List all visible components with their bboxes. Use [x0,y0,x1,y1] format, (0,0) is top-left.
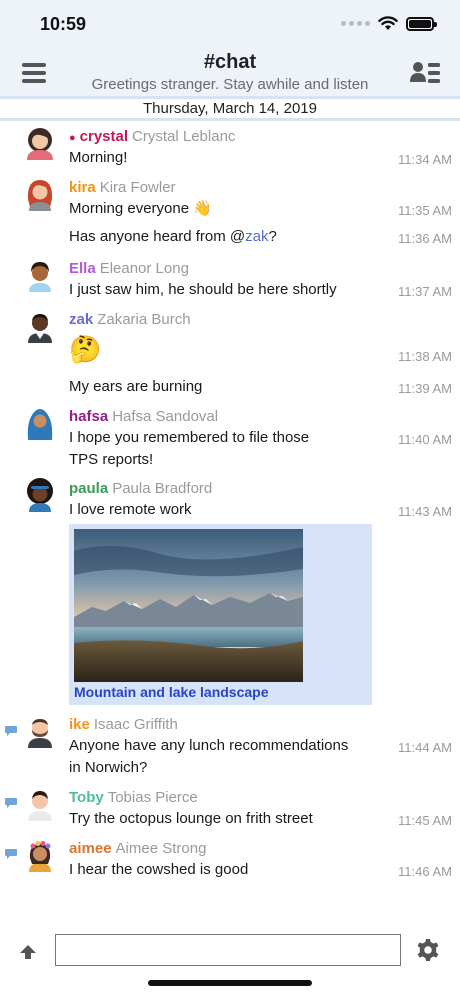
woman-afro-avatar[interactable] [23,478,57,512]
channel-title: #chat [203,51,257,73]
message-time: 11:37 AM [398,284,452,299]
message-header: ike Isaac Griffith [69,716,178,733]
message-header: ● crystal Crystal Leblanc [69,128,235,145]
channel-topic: Greetings stranger. Stay awhile and list… [91,76,369,93]
realname: Hafsa Sandoval [112,408,219,425]
message-input[interactable] [55,934,401,966]
composer-bar [0,920,460,996]
message-header: hafsa Hafsa Sandoval [69,408,218,425]
landscape-photo[interactable] [74,529,303,682]
channel-header: #chat Greetings stranger. Stay awhile an… [0,48,460,96]
battery-icon [406,16,437,31]
nick[interactable]: kira [69,179,96,196]
realname: Paula Bradford [112,480,213,497]
message-time: 11:35 AM [398,203,452,218]
person-curly-hair-avatar[interactable] [23,258,57,292]
woman-red-hair-avatar[interactable] [23,177,57,211]
message-text: My ears are burning [69,378,203,395]
woman-flower-crown-avatar[interactable] [23,838,57,872]
user-mention[interactable]: zak [245,228,268,245]
man-short-hair-avatar[interactable] [23,787,57,821]
user-list-button[interactable] [410,60,440,88]
message-time: 11:36 AM [398,231,452,246]
realname: Isaac Griffith [93,716,178,733]
message-text: I hear the cowshed is good [69,861,249,878]
wifi-icon [378,16,398,30]
thread-reply-icon[interactable] [4,725,18,737]
signal-icon [341,21,370,26]
image-attachment[interactable]: Mountain and lake landscape [69,524,372,705]
message-text: Anyone have any lunch recommendations in… [69,737,349,776]
message-text: I hope you remembered to file those TPS … [69,429,310,468]
woman-dark-hair-avatar[interactable] [23,126,57,160]
realname: Tobias Pierce [107,789,198,806]
message-text: Morning everyone 👋 [69,200,212,217]
message-time: 11:46 AM [398,864,452,879]
nick[interactable]: crystal [80,128,128,145]
message-header: kira Kira Fowler [69,179,176,196]
woman-hijab-avatar[interactable] [23,406,57,440]
status-icons [341,16,437,31]
message-text: 🤔 [69,334,102,364]
message-time: 11:44 AM [398,740,452,755]
message-header: Ella Eleanor Long [69,260,189,277]
message-text: Try the octopus lounge on frith street [69,810,313,827]
realname: Aimee Strong [115,840,207,857]
nick[interactable]: paula [69,480,108,497]
date-separator: Thursday, March 14, 2019 [0,96,460,121]
nick[interactable]: zak [69,311,93,328]
message-header: Toby Tobias Pierce [69,789,198,806]
unread-dot-icon: ● [69,132,76,144]
message-text: I love remote work [69,501,192,518]
message-time: 11:43 AM [398,504,452,519]
thread-reply-icon[interactable] [4,848,18,860]
arrow-up-icon[interactable] [19,944,37,960]
message-header: zak Zakaria Burch [69,311,191,328]
realname: Zakaria Burch [97,311,191,328]
message-time: 11:38 AM [398,349,452,364]
status-time: 10:59 [40,14,87,34]
message-header: aimee Aimee Strong [69,840,206,857]
man-dark-skin-avatar[interactable] [23,309,57,343]
message-time: 11:34 AM [398,152,452,167]
nick[interactable]: Ella [69,260,96,277]
nick[interactable]: Toby [69,789,104,806]
message-time: 11:40 AM [398,432,452,447]
home-indicator[interactable] [148,980,312,986]
message-time: 11:45 AM [398,813,452,828]
message-text: I just saw him, he should be here shortl… [69,281,337,298]
message-time: 11:39 AM [398,381,452,396]
status-bar: 10:59 [0,0,460,48]
message-header: paula Paula Bradford [69,480,212,497]
message-text: Has anyone heard from @zak? [69,228,277,245]
realname: Eleanor Long [99,260,189,277]
gear-icon[interactable] [416,938,440,962]
thread-reply-icon[interactable] [4,797,18,809]
nick[interactable]: hafsa [69,408,108,425]
realname: Kira Fowler [99,179,176,196]
nick[interactable]: aimee [69,840,112,857]
nick[interactable]: ike [69,716,90,733]
realname: Crystal Leblanc [132,128,236,145]
message-text: Morning! [69,149,128,166]
man-beard-avatar[interactable] [23,714,57,748]
image-caption-link[interactable]: Mountain and lake landscape [74,684,269,700]
